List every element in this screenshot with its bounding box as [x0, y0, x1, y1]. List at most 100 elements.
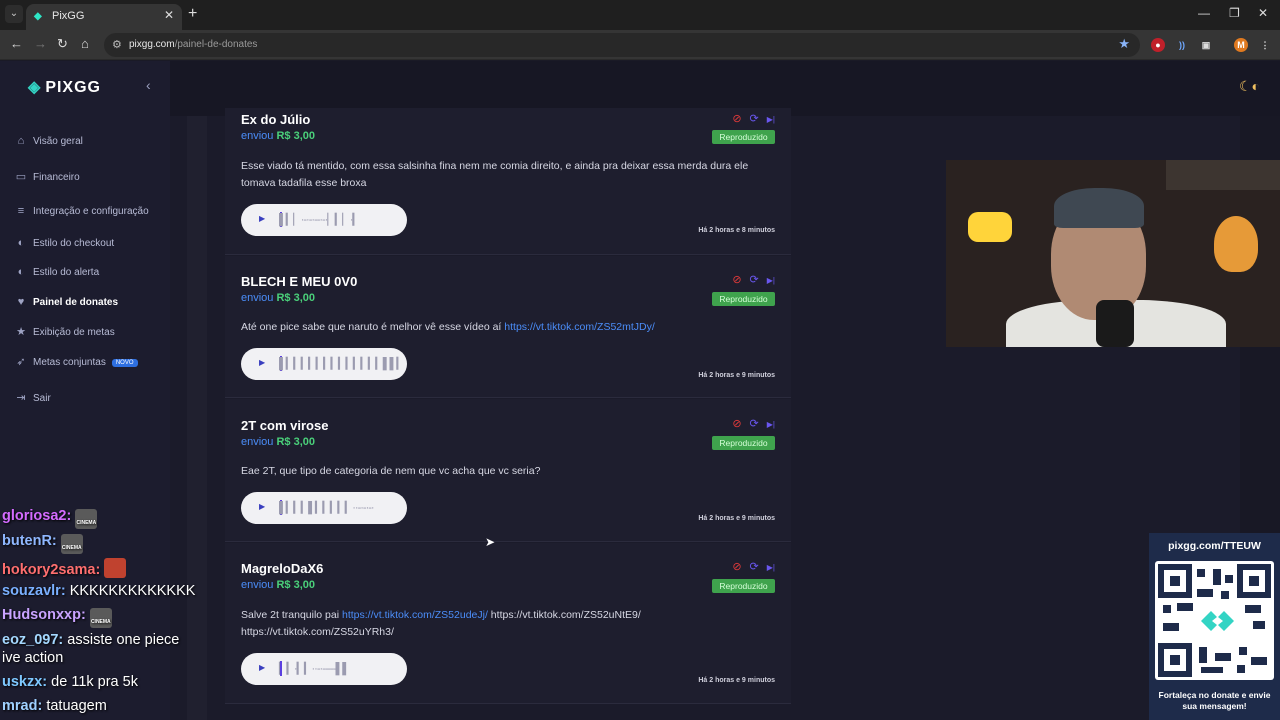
qr-code	[1155, 561, 1274, 680]
sidebar-item-estilo-alerta[interactable]: ◐ Estilo do alerta	[14, 266, 99, 286]
block-icon[interactable]: ⊘	[732, 274, 741, 286]
donation-time: Há 2 horas e 9 minutos	[698, 372, 775, 379]
status-badge: Reproduzido	[712, 436, 775, 450]
play-icon[interactable]: ▶	[259, 663, 265, 672]
sidebar-item-integracao[interactable]: ≡ Integração e configuração	[14, 205, 149, 225]
replay-icon[interactable]: ⟳	[750, 113, 759, 125]
sidebar-item-financeiro[interactable]: ▭ Financeiro	[14, 170, 80, 190]
reload-icon[interactable]: ↻	[57, 36, 68, 52]
sidebar-item-estilo-checkout[interactable]: ◐ Estilo do checkout	[14, 237, 115, 257]
palette-icon: ◐	[17, 237, 25, 249]
chat-message: hokory2sama:	[2, 558, 127, 578]
status-badge: Reproduzido	[712, 579, 775, 593]
message-link[interactable]: https://vt.tiktok.com/ZS52mtJDy/	[504, 321, 655, 333]
chat-message: butenR: CINEMA	[2, 533, 83, 554]
window-close-icon[interactable]: ✕	[1258, 6, 1268, 20]
donation-message: Eae 2T, que tipo de categoria de nem que…	[241, 465, 541, 477]
skip-icon[interactable]: ▶|	[767, 276, 775, 285]
collapse-sidebar-icon[interactable]: ‹	[146, 77, 151, 93]
sidebar-item-exibicao-metas[interactable]: ★ Exibição de metas	[14, 325, 115, 345]
donation-message: Salve 2t tranquilo pai https://vt.tiktok…	[241, 609, 641, 638]
mouse-cursor-icon: ➤	[485, 535, 496, 549]
extension-icon[interactable]: ●	[1151, 38, 1165, 52]
cinema-emote-icon: CINEMA	[89, 608, 112, 628]
lamp-left	[968, 212, 1012, 242]
back-icon[interactable]: ←	[10, 36, 23, 51]
settings-icon: ≡	[17, 205, 25, 217]
donation-card: Ex do Júlio enviou R$ 3,00 ⊘ ⟳ ▶| Reproduz…	[225, 108, 791, 255]
audio-player[interactable]: ▶ ▌▎▎▎▌▎▎▎▎▎··-·-·-·	[241, 492, 407, 524]
star-icon: ★	[16, 326, 26, 338]
new-tab-icon[interactable]: +	[188, 5, 197, 23]
home-icon[interactable]: ⌂	[81, 36, 89, 51]
menu-kebab-icon[interactable]: ⋮	[1258, 38, 1272, 52]
chat-message: mrad: tatuagem	[2, 698, 107, 714]
donation-amount: enviou R$ 3,00	[241, 436, 316, 448]
audio-waveform[interactable]: ▌▎▏·-·-·--·-·▏▎▏·▎	[279, 213, 361, 226]
minimize-icon[interactable]: —	[1198, 6, 1210, 20]
block-icon[interactable]: ⊘	[732, 418, 741, 430]
status-badge: Reproduzido	[712, 292, 775, 306]
donor-name: 2T com virose	[241, 418, 329, 433]
sidebar-item-painel-donates[interactable]: ♥ Painel de donates	[14, 296, 118, 316]
donation-message: Esse viado tá mentido, com essa salsinha…	[241, 160, 749, 189]
donation-actions: ⊘ ⟳ ▶|	[732, 560, 775, 573]
theme-toggle-icon[interactable]: ☾◐	[1239, 78, 1260, 95]
play-icon[interactable]: ▶	[259, 358, 265, 367]
webcam-overlay	[946, 160, 1280, 347]
extension-audio-icon[interactable]: ))	[1175, 38, 1189, 52]
cinema-emote-icon: CINEMA	[75, 509, 98, 529]
donation-actions: ⊘ ⟳ ▶|	[732, 417, 775, 430]
tab-search-icon[interactable]: ⌄	[5, 5, 23, 23]
new-badge: NOVO	[111, 359, 138, 367]
site-info-icon[interactable]: ⚙	[112, 38, 122, 51]
donation-amount: enviou R$ 3,00	[241, 130, 316, 142]
skip-icon[interactable]: ▶|	[767, 115, 775, 124]
play-icon[interactable]: ▶	[259, 214, 265, 223]
rocket-icon: ➶	[16, 356, 26, 368]
block-icon[interactable]: ⊘	[732, 113, 741, 125]
play-icon[interactable]: ▶	[259, 502, 265, 511]
block-icon[interactable]: ⊘	[732, 561, 741, 573]
browser-tab[interactable]: ◆ PixGG ✕	[26, 4, 182, 30]
chat-message: ive action	[2, 650, 64, 666]
url-text: pixgg.com/painel-de-donates	[129, 39, 258, 50]
skip-icon[interactable]: ▶|	[767, 420, 775, 429]
lamp-right	[1214, 216, 1258, 272]
replay-icon[interactable]: ⟳	[750, 561, 759, 573]
microphone	[1096, 300, 1134, 347]
restore-icon[interactable]: ❐	[1229, 6, 1240, 20]
tab-close-icon[interactable]: ✕	[164, 8, 174, 22]
donor-name: MagreloDaX6	[241, 561, 324, 576]
replay-icon[interactable]: ⟳	[750, 274, 759, 286]
forward-icon[interactable]: →	[34, 36, 47, 51]
tab-title: PixGG	[52, 10, 85, 22]
audio-waveform[interactable]: ▏▎·▎▎··-·-----▌▌	[279, 662, 350, 675]
replay-icon[interactable]: ⟳	[750, 418, 759, 430]
donation-message: Até one pice sabe que naruto é melhor vê…	[241, 321, 655, 333]
address-bar[interactable]: ⚙ pixgg.com/painel-de-donates ★	[104, 33, 1140, 57]
audio-player[interactable]: ▶ ▌▎▎▎▎▎▎▎▎▎▎▎▎▎▌▌▎	[241, 348, 407, 380]
cinema-emote-icon: CINEMA	[60, 534, 83, 554]
audio-player[interactable]: ▶ ▏▎·▎▎··-·-----▌▌	[241, 653, 407, 685]
audio-waveform[interactable]: ▌▎▎▎▎▎▎▎▎▎▎▎▎▎▌▌▎	[279, 357, 405, 370]
donation-actions: ⊘ ⟳ ▶|	[732, 273, 775, 286]
chat-message: uskzx: de 11k pra 5k	[2, 674, 138, 690]
audio-waveform[interactable]: ▌▎▎▎▌▎▎▎▎▎··-·-·-·	[279, 501, 375, 514]
skip-icon[interactable]: ▶|	[767, 563, 775, 572]
donor-name: BLECH E MEU 0V0	[241, 274, 358, 289]
bookmark-star-icon[interactable]: ★	[1118, 36, 1130, 52]
audio-player[interactable]: ▶ ▌▎▏·-·-·--·-·▏▎▏·▎	[241, 204, 407, 236]
donation-time: Há 2 horas e 9 minutos	[698, 677, 775, 684]
sidebar-item-metas-conjuntas[interactable]: ➶ Metas conjuntas NOVO	[14, 355, 138, 375]
pixgg-favicon-icon: ◆	[34, 11, 42, 22]
donation-card: BLECH E MEU 0V0 enviou R$ 3,00 ⊘ ⟳ ▶| Repr…	[225, 256, 791, 398]
logout-icon: ⇥	[16, 392, 26, 404]
profile-avatar[interactable]: M	[1234, 38, 1248, 52]
sidebar-item-visao-geral[interactable]: ⌂ Visão geral	[14, 135, 83, 155]
pixgg-logo[interactable]: ◈ PIXGG	[28, 77, 101, 97]
sidebar-item-sair[interactable]: ⇥ Sair	[14, 391, 50, 411]
message-link[interactable]: https://vt.tiktok.com/ZS52udeJj/	[342, 609, 488, 621]
extensions-puzzle-icon[interactable]: ▣	[1199, 38, 1213, 52]
content-margin	[187, 116, 207, 720]
